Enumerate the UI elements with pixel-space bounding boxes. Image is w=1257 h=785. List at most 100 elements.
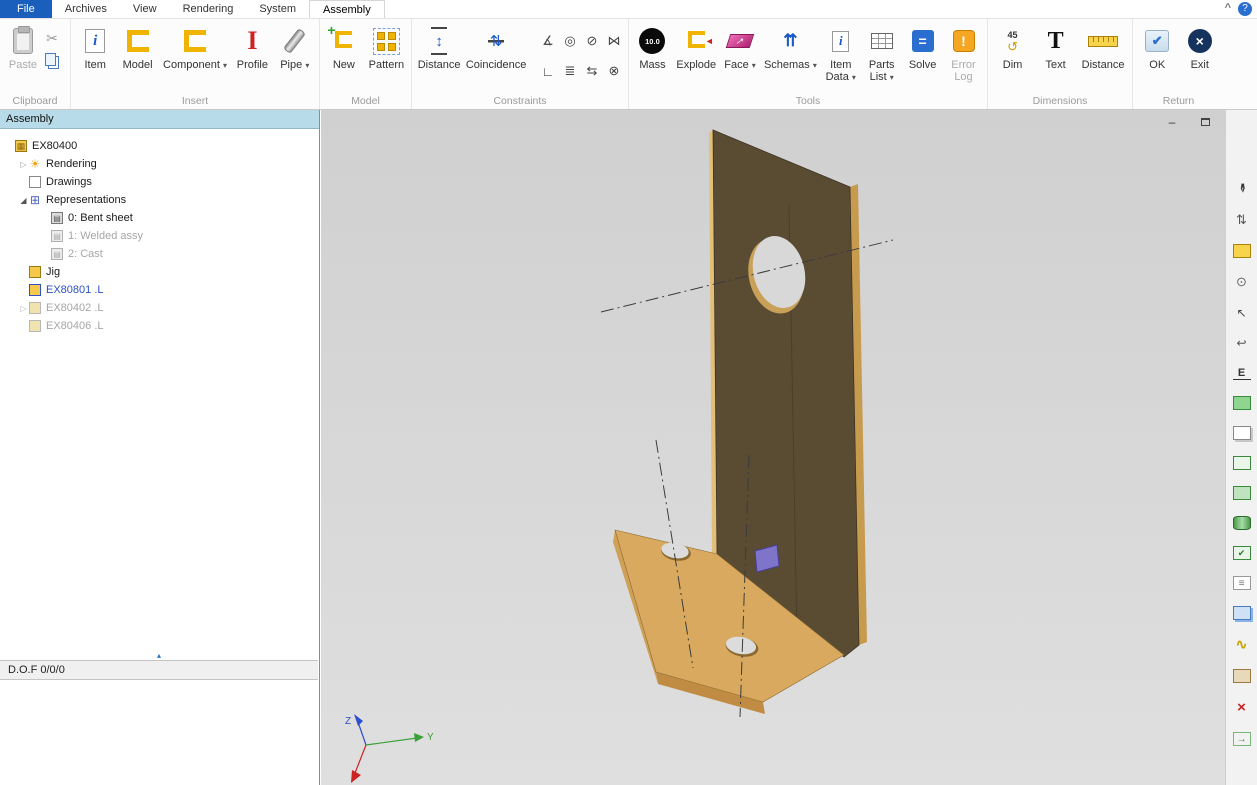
minimize-button[interactable]: – (1160, 113, 1184, 130)
tab-rendering[interactable]: Rendering (170, 0, 247, 18)
group-caption-dimensions: Dimensions (988, 95, 1132, 107)
tree-item-representations[interactable]: ◢ ⊞ Representations (0, 191, 318, 209)
ribbon-group-return: ✔ OK × Exit Return (1133, 19, 1224, 109)
pattern-button[interactable]: Pattern (366, 22, 407, 72)
right-toolbar: ✒ ⇅ ⊙ ↖ ↩ E ✔ ≡ ∿ × → (1225, 110, 1257, 785)
green-check-icon[interactable]: ✔ (1233, 546, 1251, 560)
3d-viewport[interactable]: Z Y (321, 110, 1225, 785)
splitter-collapse-icon[interactable]: ▴ (157, 652, 161, 660)
tree-item-rep-welded-assy[interactable]: ▤ 1: Welded assy (0, 227, 318, 245)
distance-constraint-button[interactable]: ↕ Distance (415, 22, 463, 72)
tab-archives[interactable]: Archives (52, 0, 120, 18)
ribbon-group-insert: i Item Model Component ▾ I Profile (71, 19, 320, 109)
tree-item-rendering[interactable]: ▷ ☀ Rendering (0, 155, 318, 173)
component-button[interactable]: Component ▾ (160, 22, 230, 73)
item-data-button[interactable]: i ItemData ▾ (821, 22, 861, 85)
tree-item-label: EX80402 .L (46, 302, 104, 314)
tree-item-label: 0: Bent sheet (68, 212, 133, 224)
delete-red-icon[interactable]: × (1233, 699, 1251, 716)
concentric-constraint-icon[interactable]: ◎ (564, 33, 575, 49)
ruler-icon (1088, 36, 1118, 47)
pin-icon[interactable]: ✒ (1234, 179, 1250, 197)
ok-button[interactable]: ✔ OK (1137, 22, 1177, 72)
copy-view-icon[interactable] (1233, 426, 1251, 440)
green-face-icon[interactable] (1233, 396, 1251, 410)
dropdown-arrow-icon: ▾ (223, 61, 227, 70)
help-icon[interactable]: ? (1238, 2, 1252, 16)
opposite-constraint-icon[interactable]: ⇆ (587, 63, 598, 79)
ribbon-group-constraints: ↕ Distance ⇅ Coincidence ∡◎⊘⋈∟≣⇆⊗ Constr… (412, 19, 629, 109)
item-button[interactable]: i Item (75, 22, 115, 72)
ribbon-group-clipboard: Paste ✂ Clipboard (0, 19, 71, 109)
jig-icon (29, 266, 41, 278)
cut-icon[interactable]: ✂ (43, 30, 61, 46)
symmetry-constraint-icon[interactable]: ⋈ (608, 33, 621, 49)
group-caption-clipboard: Clipboard (0, 95, 70, 107)
explode-button[interactable]: ◄ Explode (673, 22, 719, 72)
fix-constraint-icon[interactable]: ⊗ (609, 63, 620, 79)
collapse-ribbon-icon[interactable]: ^ (1225, 2, 1231, 14)
application-window: FileArchivesViewRenderingSystemAssembly … (0, 0, 1257, 785)
tab-view[interactable]: View (120, 0, 170, 18)
ruler-icon[interactable] (1233, 244, 1251, 258)
tree-item-ex80402[interactable]: ▷ EX80402 .L (0, 299, 318, 317)
drawings-page-icon (29, 176, 41, 188)
3d-scene[interactable]: Z Y (321, 110, 1225, 785)
copy-button[interactable] (43, 53, 61, 69)
tree-expand-arrow[interactable]: ▷ (18, 160, 29, 169)
schemas-button[interactable]: ⇈ Schemas ▾ (761, 22, 820, 73)
tree-expand-arrow[interactable]: ▷ (18, 304, 29, 313)
hook-icon[interactable]: ↩ (1233, 336, 1251, 350)
edge-export-icon[interactable]: E (1233, 366, 1251, 380)
tree-item-rep-bent-sheet[interactable]: ▤ 0: Bent sheet (0, 209, 318, 227)
error-log-button[interactable]: ! ErrorLog (944, 22, 984, 84)
drawer-icon[interactable] (1233, 669, 1251, 683)
text-button[interactable]: T Text (1036, 22, 1076, 72)
tree-item-drawings[interactable]: Drawings (0, 173, 318, 191)
perpendicular-constraint-icon[interactable]: ∟ (542, 64, 555, 79)
tree-item-ex80801[interactable]: EX80801 .L (0, 281, 318, 299)
tab-assembly[interactable]: Assembly (309, 0, 385, 18)
model-button[interactable]: Model (118, 22, 158, 72)
coincidence-icon: ⇅ (488, 27, 504, 55)
flip-vertical-icon[interactable]: ⇅ (1233, 212, 1251, 228)
tree-item-label: EX80400 (32, 140, 77, 152)
tree-item-ex80400[interactable]: ▦ EX80400 (0, 137, 318, 155)
green-doc-icon[interactable] (1233, 456, 1251, 470)
maximize-button[interactable] (1193, 113, 1217, 130)
import-green-icon[interactable]: → (1233, 732, 1251, 746)
axis-triad: Z Y (345, 714, 434, 783)
coincidence-button[interactable]: ⇅ Coincidence (463, 22, 529, 72)
tree-item-ex80406[interactable]: EX80406 .L (0, 317, 318, 335)
paste-button[interactable]: Paste (3, 22, 43, 72)
tree-item-rep-cast[interactable]: ▤ 2: Cast (0, 245, 318, 263)
profile-button[interactable]: I Profile (232, 22, 272, 72)
pipe-button[interactable]: Pipe ▾ (275, 22, 315, 73)
parts-list-button[interactable]: PartsList ▾ (862, 22, 902, 85)
equal-constraint-icon[interactable]: ≣ (565, 63, 576, 79)
tree-expand-arrow[interactable]: ◢ (18, 196, 29, 205)
mass-button[interactable]: 10.0 Mass (632, 22, 672, 72)
spline-icon[interactable]: ∿ (1233, 636, 1251, 653)
tree-item-jig[interactable]: Jig (0, 263, 318, 281)
tab-file[interactable]: File (0, 0, 52, 18)
green-doc2-icon[interactable] (1233, 486, 1251, 500)
bracket-part[interactable] (613, 130, 867, 714)
angle-constraint-icon[interactable]: ∡ (542, 33, 554, 49)
select-arrow-icon[interactable]: ↖ (1233, 306, 1251, 320)
tab-system[interactable]: System (246, 0, 309, 18)
distance-dim-button[interactable]: Distance (1079, 22, 1128, 72)
text-icon: T (1048, 29, 1064, 53)
new-button[interactable]: + New (324, 22, 364, 72)
tangent-constraint-icon[interactable]: ⊘ (587, 33, 598, 49)
dim-button[interactable]: 45↺ Dim (993, 22, 1033, 72)
assembly-tree: ▦ EX80400 ▷ ☀ Rendering Drawings ◢ ⊞ Rep… (0, 137, 318, 655)
face-button[interactable]: ↗ Face ▾ (720, 22, 760, 73)
exit-button[interactable]: × Exit (1180, 22, 1220, 72)
new-icon: + (335, 31, 352, 51)
list-icon[interactable]: ≡ (1233, 576, 1251, 590)
blue-copy-icon[interactable] (1233, 606, 1251, 620)
solve-button[interactable]: = Solve (903, 22, 943, 72)
green-part-icon[interactable] (1233, 516, 1251, 530)
magnet-icon[interactable]: ⊙ (1233, 274, 1251, 290)
